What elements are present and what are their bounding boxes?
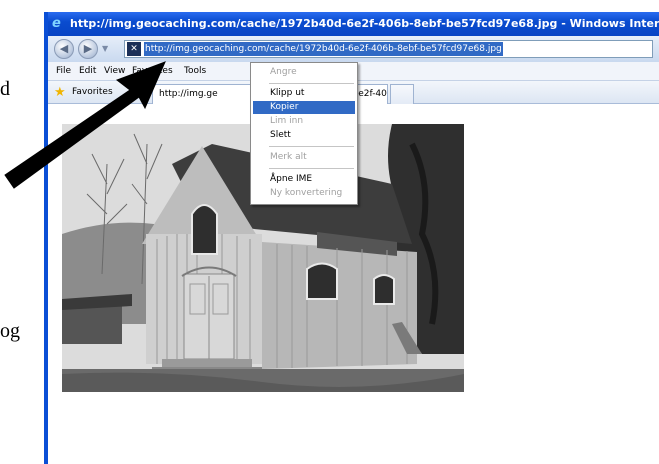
window-title: http://img.geocaching.com/cache/1972b40d… [70, 17, 659, 30]
chevron-down-icon[interactable]: ▼ [102, 44, 108, 53]
menu-favorites[interactable]: Favorites [132, 62, 173, 81]
menu-item-undo[interactable]: Angre [253, 66, 355, 79]
menu-file[interactable]: File [56, 62, 71, 81]
menu-item-paste[interactable]: Lim inn [253, 115, 355, 128]
ie-window: e http://img.geocaching.com/cache/1972b4… [44, 12, 659, 464]
document-text-fragment: og [0, 320, 20, 342]
document-text-fragment: d [0, 78, 10, 100]
context-menu: Angre Klipp ut Kopier Lim inn Slett Merk… [250, 62, 358, 205]
forward-button[interactable]: ▶ [78, 39, 98, 59]
favorites-button[interactable]: Favorites [72, 81, 113, 104]
menu-separator [269, 146, 354, 147]
menu-edit[interactable]: Edit [79, 62, 96, 81]
menu-item-open-ime[interactable]: Åpne IME [253, 173, 355, 186]
menu-item-delete[interactable]: Slett [253, 129, 355, 142]
menu-separator [269, 83, 354, 84]
title-bar: e http://img.geocaching.com/cache/1972b4… [48, 12, 659, 36]
tab-url-fragment: http://img.ge [159, 89, 218, 99]
address-bar[interactable]: ✕ http://img.geocaching.com/cache/1972b4… [124, 40, 653, 58]
new-tab-button[interactable] [390, 84, 414, 104]
back-button[interactable]: ◀ [54, 39, 74, 59]
menu-tools[interactable]: Tools [184, 62, 206, 81]
address-url[interactable]: http://img.geocaching.com/cache/1972b40d… [144, 42, 503, 56]
menu-item-reconversion[interactable]: Ny konvertering [253, 187, 355, 200]
ie-logo-icon: e [52, 16, 61, 31]
menu-item-copy[interactable]: Kopier [253, 101, 355, 114]
favorites-star-icon[interactable]: ★ [54, 81, 66, 104]
address-row: ◀ ▶ ▼ ✕ http://img.geocaching.com/cache/… [48, 36, 659, 62]
menu-separator [269, 168, 354, 169]
menu-view[interactable]: View [104, 62, 125, 81]
menu-item-select-all[interactable]: Merk alt [253, 151, 355, 164]
menu-item-cut[interactable]: Klipp ut [253, 87, 355, 100]
geocaching-icon: ✕ [127, 42, 141, 56]
